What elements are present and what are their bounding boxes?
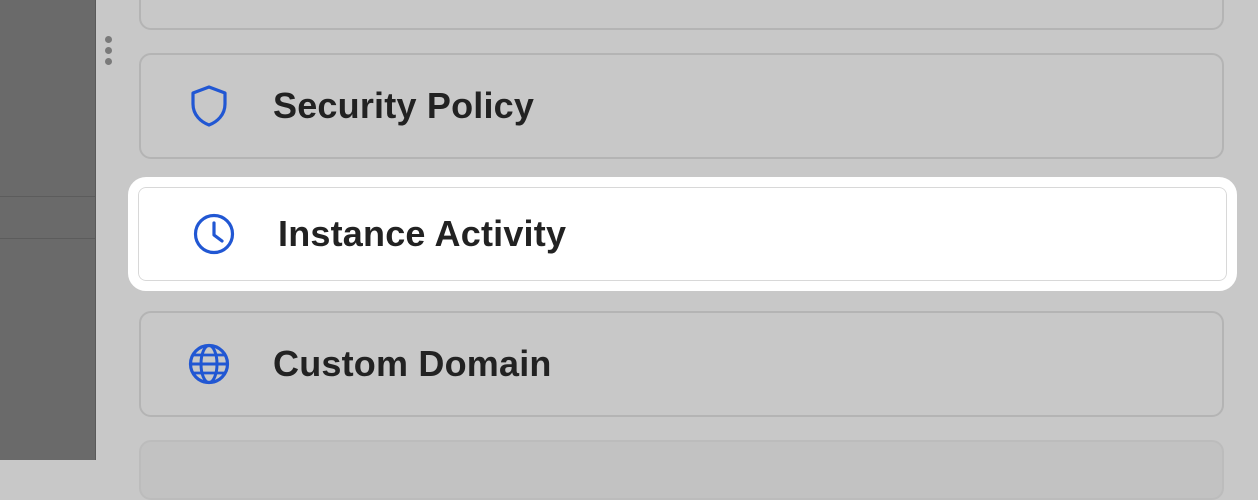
menu-item-custom-domain[interactable]: Custom Domain bbox=[139, 311, 1224, 417]
left-strip-divider bbox=[0, 196, 95, 197]
menu-item-label: Custom Domain bbox=[273, 343, 552, 384]
menu-item-label: Security Policy bbox=[273, 85, 535, 126]
shield-icon bbox=[187, 84, 231, 128]
menu-card-partial-top[interactable] bbox=[139, 0, 1224, 30]
menu-card-partial-bottom[interactable] bbox=[139, 440, 1224, 500]
menu-item-label: Instance Activity bbox=[278, 213, 567, 254]
left-sidebar-strip bbox=[0, 0, 96, 460]
menu-item-instance-activity[interactable]: Instance Activity bbox=[128, 177, 1237, 291]
clock-icon bbox=[192, 212, 236, 256]
globe-icon bbox=[187, 342, 231, 386]
drag-handle-icon[interactable] bbox=[104, 36, 114, 68]
left-strip-divider bbox=[0, 238, 95, 239]
menu-item-security-policy[interactable]: Security Policy bbox=[139, 53, 1224, 159]
